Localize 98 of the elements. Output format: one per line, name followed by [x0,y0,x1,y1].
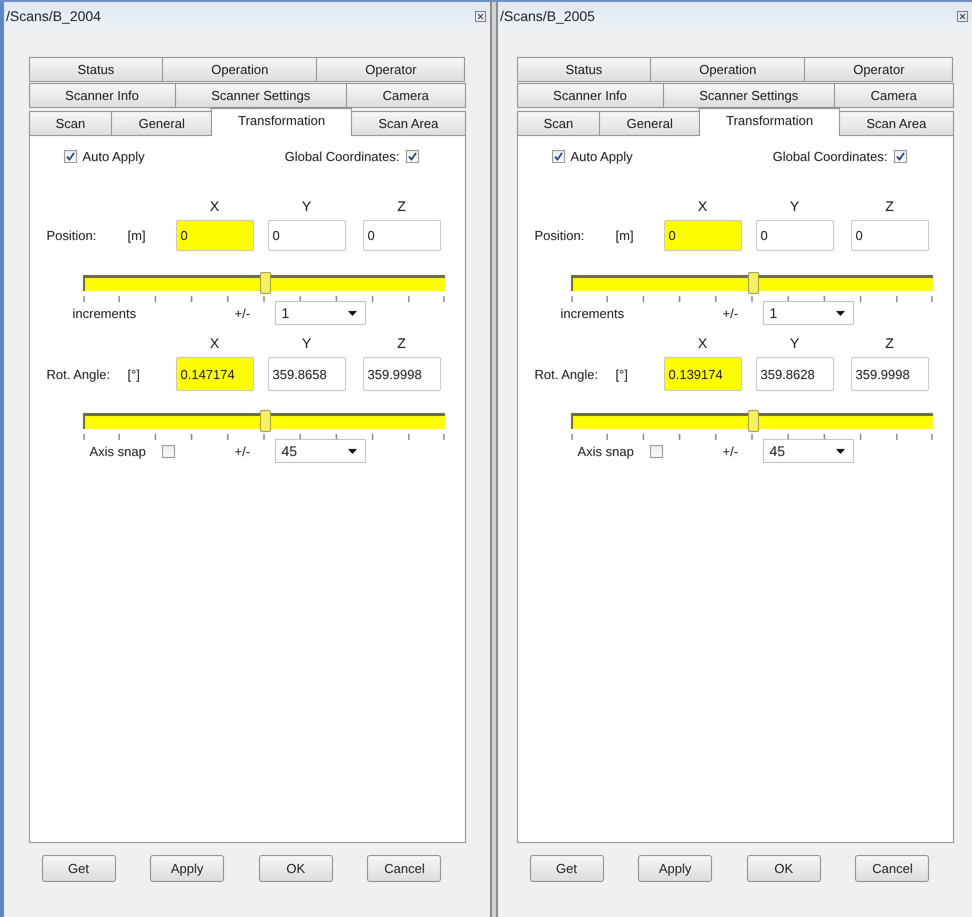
dialog-button[interactable]: Apply [150,855,224,882]
input-field[interactable]: 359.9998 [362,357,440,391]
tab[interactable]: Scanner Settings [174,83,347,108]
plus-minus-label: +/- [722,306,740,320]
tab[interactable]: General [111,111,212,136]
axis-snap-label: Axis snap [90,444,147,458]
increments-label: increments [72,306,138,320]
axis-label: Z [884,335,895,351]
value-dropdown[interactable]: 45 [274,439,366,463]
tab[interactable]: Camera [346,83,466,108]
dialog-button[interactable]: Cancel [367,855,442,882]
axis-label: X [208,198,220,214]
checkbox-label: Auto Apply [82,149,145,164]
tab[interactable]: Transformation [210,108,352,136]
axis-label: Y [300,335,312,351]
slider-track[interactable] [570,413,932,429]
axis-label: Y [788,198,800,214]
tab[interactable]: Status [28,57,164,82]
unit-label: [m] [128,228,147,243]
caret-icon[interactable] [348,448,356,454]
axis-label: X [696,198,708,214]
caret-icon[interactable] [836,310,844,316]
axis-label: Z [396,335,407,351]
tab[interactable]: Status [516,57,652,82]
global-coordinates-checkbox[interactable] [406,150,418,163]
caret-icon[interactable] [836,448,844,454]
plus-minus-label: +/- [722,444,740,458]
input-field[interactable]: 359.9998 [850,357,928,391]
input-field[interactable]: 0 [268,220,346,251]
axis-label: Y [300,198,312,214]
input-field[interactable]: 0 [756,220,834,251]
axis-label: X [208,335,220,351]
checkbox-label: Global Coordinates: [284,149,400,164]
tab[interactable]: Scanner Info [28,83,176,108]
plus-minus-label: +/- [234,444,252,458]
input-field[interactable]: 0 [176,220,254,251]
input-field[interactable]: 359.8628 [756,357,834,391]
value-dropdown[interactable]: 1 [274,301,366,325]
tab[interactable]: Scan Area [839,111,954,136]
tab[interactable]: Scanner Settings [662,83,835,108]
dialog-button[interactable]: Get [530,855,604,882]
auto-apply-checkbox[interactable] [552,150,564,163]
close-icon[interactable] [957,10,968,22]
tab[interactable]: Scan [516,111,600,136]
slider-thumb[interactable] [748,272,758,294]
tab[interactable]: Scanner Info [516,83,664,108]
slider-thumb[interactable] [260,410,270,432]
dialog-button[interactable]: Apply [638,855,712,882]
axis-snap-checkbox[interactable] [650,444,662,458]
axis-label: Y [788,335,800,351]
tab[interactable]: Operation [162,57,318,82]
increments-label: increments [560,306,626,320]
tab[interactable]: Operation [650,57,806,82]
field-label: Position: [46,228,98,243]
window-title: /Scans/B_2004 [6,8,101,24]
tab[interactable]: Operator [804,57,954,82]
slider-track[interactable] [82,275,444,291]
tab[interactable]: Scan Area [351,111,466,136]
input-field[interactable]: 0 [850,220,928,251]
checkbox-label: Auto Apply [570,149,633,164]
slider-track[interactable] [82,413,444,429]
axis-snap-label: Axis snap [578,444,635,458]
unit-label: [°] [128,366,141,382]
axis-label: Z [884,198,895,214]
input-field[interactable]: 0.147174 [176,357,254,391]
field-label: Position: [534,228,586,243]
tab[interactable]: Transformation [698,108,840,136]
slider-thumb[interactable] [260,272,270,294]
axis-label: X [696,335,708,351]
unit-label: [°] [616,366,629,382]
global-coordinates-checkbox[interactable] [894,150,906,163]
value-dropdown[interactable]: 45 [762,439,854,463]
checkbox-label: Global Coordinates: [772,149,888,164]
input-field[interactable]: 0 [664,220,742,251]
close-icon[interactable] [475,10,486,22]
input-field[interactable]: 0 [362,220,440,251]
window-title: /Scans/B_2005 [500,8,595,24]
slider-thumb[interactable] [748,410,758,432]
dialog-button[interactable]: OK [746,855,821,882]
tab[interactable]: Scan [28,111,112,136]
field-label: Rot. Angle: [46,366,112,382]
axis-label: Z [396,198,407,214]
input-field[interactable]: 359.8658 [268,357,346,391]
field-label: Rot. Angle: [534,366,600,382]
tab[interactable]: General [599,111,700,136]
axis-snap-checkbox[interactable] [162,444,174,458]
tab[interactable]: Camera [834,83,954,108]
auto-apply-checkbox[interactable] [64,150,76,163]
unit-label: [m] [616,228,635,243]
input-field[interactable]: 0.139174 [664,357,742,391]
plus-minus-label: +/- [234,306,252,320]
dialog-button[interactable]: Cancel [855,855,930,882]
slider-track[interactable] [570,275,932,291]
tab[interactable]: Operator [316,57,466,82]
value-dropdown[interactable]: 1 [762,301,854,325]
dialog-button[interactable]: Get [42,855,116,882]
dialog-button[interactable]: OK [258,855,333,882]
caret-icon[interactable] [348,310,356,316]
